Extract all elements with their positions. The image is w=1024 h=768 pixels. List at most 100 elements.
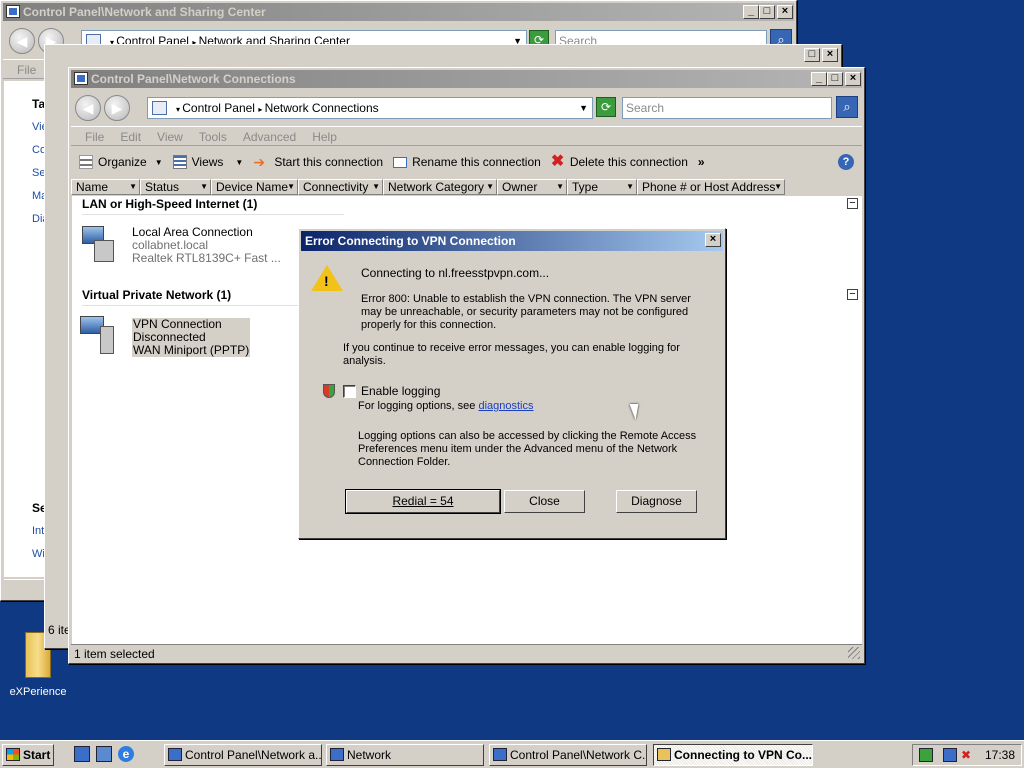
- start-connection-label: Start this connection: [274, 155, 384, 169]
- dialog-titlebar[interactable]: Error Connecting to VPN Connection: [301, 231, 723, 251]
- window-titlebar[interactable]: Control Panel\Network Connections: [71, 70, 862, 88]
- menu-view[interactable]: View: [157, 127, 183, 145]
- redial-label: Redial = 54: [392, 494, 454, 508]
- window-titlebar[interactable]: Control Panel\Network and Sharing Center: [3, 3, 794, 21]
- control-panel-icon: [74, 72, 88, 85]
- rename-icon: [393, 156, 408, 168]
- close-label: Close: [529, 494, 560, 508]
- lan-item[interactable]: Local Area Connection collabnet.local Re…: [78, 224, 281, 268]
- column-header-phone-host[interactable]: Phone # or Host Address ▼: [637, 179, 785, 195]
- logging-note-line-3: Connection Folder.: [358, 456, 451, 468]
- enable-logging-label[interactable]: Enable logging: [361, 385, 440, 398]
- address-field[interactable]: ▾ Control Panel ▸ Network Connections ▼: [147, 97, 593, 119]
- window-controls: _ □ ×: [743, 5, 793, 19]
- rename-connection-button[interactable]: Rename this connection: [393, 155, 541, 169]
- network-adapter-icon: [80, 226, 114, 264]
- enable-logging-checkbox[interactable]: [343, 385, 356, 398]
- redial-button[interactable]: Redial = 54: [345, 489, 501, 514]
- status-text: 1 item selected: [74, 647, 155, 661]
- resize-grip-icon[interactable]: [848, 647, 860, 659]
- breadcrumb-control-panel[interactable]: Control Panel: [182, 101, 255, 115]
- dialog-close-action-button[interactable]: Close: [504, 490, 585, 513]
- close-button[interactable]: ×: [822, 48, 838, 62]
- logging-options-text: For logging options, see diagnostics: [358, 400, 534, 413]
- chevron-down-icon[interactable]: ▼: [372, 180, 380, 194]
- close-button[interactable]: ×: [777, 5, 793, 19]
- chevron-down-icon[interactable]: ▼: [486, 180, 494, 194]
- collapse-lan-button[interactable]: −: [847, 198, 858, 209]
- taskbar-button-network-connections[interactable]: Control Panel\Network C...: [489, 744, 647, 766]
- maximize-button[interactable]: □: [759, 5, 775, 19]
- forward-button[interactable]: ▶: [104, 95, 130, 121]
- vpn-item[interactable]: VPN Connection Disconnected WAN Miniport…: [78, 316, 278, 360]
- collapse-vpn-button[interactable]: −: [847, 289, 858, 300]
- vpn-connection-icon: [80, 316, 114, 356]
- back-button[interactable]: ◀: [75, 95, 101, 121]
- show-desktop-icon[interactable]: [74, 746, 90, 762]
- dialog-title: Error Connecting to VPN Connection: [305, 234, 516, 248]
- chevron-down-icon[interactable]: ▼: [556, 180, 564, 194]
- status-bar: 1 item selected: [71, 644, 862, 662]
- column-header-status[interactable]: Status ▼: [140, 179, 211, 195]
- network-tray-icon[interactable]: [919, 748, 933, 762]
- close-button[interactable]: ×: [845, 72, 861, 86]
- clock[interactable]: 17:38: [985, 748, 1015, 762]
- chevron-down-icon: ▼: [235, 157, 244, 167]
- breadcrumb-network-connections[interactable]: Network Connections: [265, 101, 379, 115]
- views-icon: [172, 155, 187, 169]
- server-manager-icon[interactable]: [96, 746, 112, 762]
- diagnose-label: Diagnose: [631, 494, 682, 508]
- organize-button[interactable]: Organize ▼: [79, 155, 163, 169]
- chevron-down-icon[interactable]: ▼: [626, 180, 634, 194]
- group-header-vpn[interactable]: Virtual Private Network (1): [82, 288, 231, 302]
- menu-file[interactable]: File: [17, 60, 36, 78]
- more-commands-button[interactable]: »: [698, 155, 705, 169]
- internet-explorer-icon[interactable]: e: [118, 746, 134, 762]
- chevron-down-icon[interactable]: ▼: [774, 180, 782, 194]
- minimize-button[interactable]: _: [811, 72, 827, 86]
- column-header-owner[interactable]: Owner ▼: [497, 179, 567, 195]
- search-input[interactable]: Search: [622, 97, 832, 119]
- back-button[interactable]: ◀: [9, 28, 35, 54]
- start-button[interactable]: Start: [2, 744, 54, 766]
- maximize-button[interactable]: □: [827, 72, 843, 86]
- menu-advanced[interactable]: Advanced: [243, 127, 296, 145]
- chevron-down-icon[interactable]: ▼: [287, 180, 295, 194]
- vpn-device-name: WAN Miniport (PPTP): [133, 343, 250, 357]
- menu-bar: File Edit View Tools Advanced Help: [71, 126, 862, 146]
- menu-help[interactable]: Help: [312, 127, 337, 145]
- refresh-button[interactable]: ⟳: [596, 97, 616, 117]
- diagnose-button[interactable]: Diagnose: [616, 490, 697, 513]
- error-text-line-1: Error 800: Unable to establish the VPN c…: [361, 293, 691, 305]
- delete-x-icon: ✖: [550, 153, 565, 170]
- window-controls: _ □ ×: [811, 72, 861, 86]
- window-title: Control Panel\Network and Sharing Center: [23, 5, 266, 19]
- chevron-down-icon[interactable]: ▼: [579, 98, 588, 118]
- menu-file[interactable]: File: [85, 127, 104, 145]
- column-header-device-name[interactable]: Device Name ▼: [211, 179, 298, 195]
- group-header-lan[interactable]: LAN or High-Speed Internet (1): [82, 197, 257, 211]
- menu-edit[interactable]: Edit: [120, 127, 141, 145]
- chevron-down-icon[interactable]: ▼: [200, 180, 208, 194]
- network-tray-icon[interactable]: [943, 748, 957, 762]
- taskbar-button-network[interactable]: Network: [326, 744, 484, 766]
- minimize-button[interactable]: _: [743, 5, 759, 19]
- dialog-close-button[interactable]: ×: [705, 233, 721, 247]
- views-button[interactable]: Views ▼: [172, 155, 244, 169]
- maximize-button[interactable]: □: [804, 48, 820, 62]
- taskbar-button-vpn-dialog[interactable]: Connecting to VPN Co...: [653, 744, 813, 766]
- logging-note-line-2: Preferences menu item under the Advanced…: [358, 443, 678, 455]
- delete-connection-button[interactable]: ✖ Delete this connection: [550, 153, 688, 170]
- chevron-down-icon[interactable]: ▼: [129, 180, 137, 194]
- column-header-name[interactable]: Name ▼: [71, 179, 140, 195]
- column-header-network-category[interactable]: Network Category ▼: [383, 179, 497, 195]
- help-icon[interactable]: ?: [838, 154, 854, 170]
- diagnostics-link[interactable]: diagnostics: [478, 400, 533, 412]
- search-button[interactable]: ⌕: [836, 96, 858, 118]
- menu-tools[interactable]: Tools: [199, 127, 227, 145]
- column-header-type[interactable]: Type ▼: [567, 179, 637, 195]
- taskbar-button-network-sharing[interactable]: Control Panel\Network a...: [164, 744, 322, 766]
- column-header-connectivity[interactable]: Connectivity ▼: [298, 179, 383, 195]
- volume-muted-icon[interactable]: ✖: [961, 748, 975, 762]
- start-connection-button[interactable]: ➔ Start this connection: [253, 155, 383, 169]
